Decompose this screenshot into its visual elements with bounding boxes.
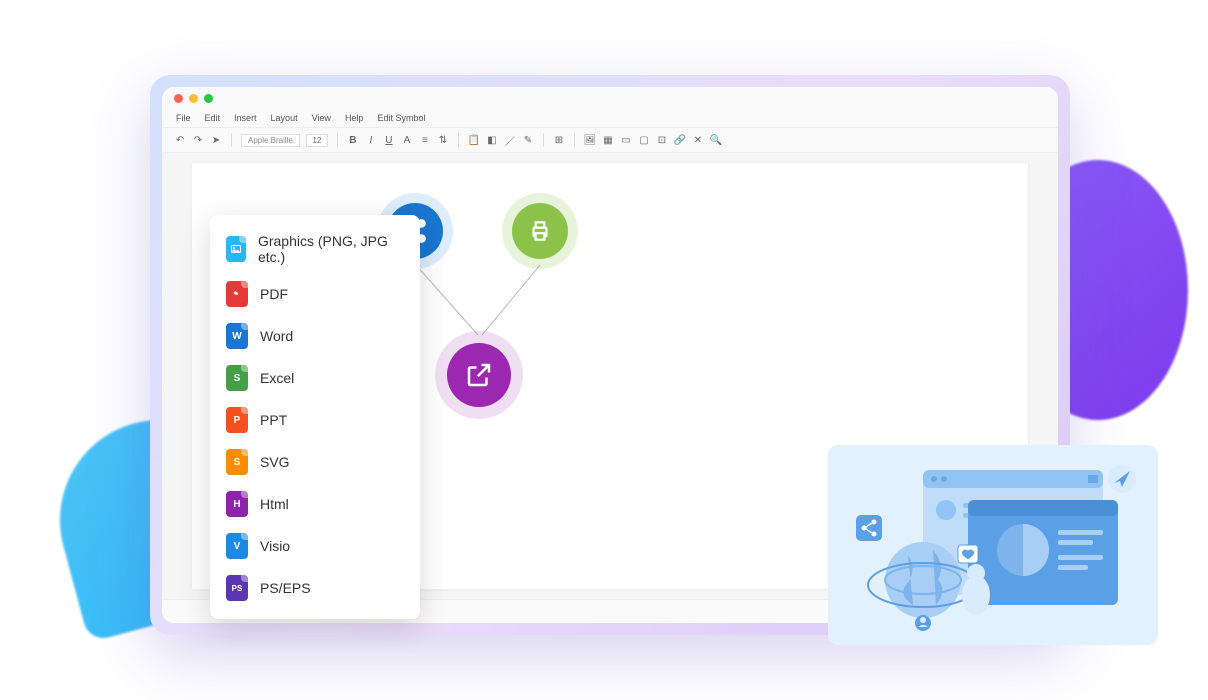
font-color-icon[interactable]: A [401, 134, 413, 146]
settings-icon[interactable]: ✕ [692, 134, 704, 146]
print-icon [512, 203, 568, 259]
menu-help[interactable]: Help [345, 113, 364, 123]
toolbar-separator [231, 133, 232, 147]
export-item-ppt[interactable]: P PPT [210, 399, 420, 441]
export-label-graphics: Graphics (PNG, JPG etc.) [258, 233, 404, 265]
export-label-visio: Visio [260, 538, 290, 554]
toolbar-separator [543, 133, 544, 147]
visio-file-icon: V [226, 533, 248, 559]
export-item-pdf[interactable]: PDF [210, 273, 420, 315]
edit-icon[interactable]: ✎ [522, 134, 534, 146]
italic-icon[interactable]: I [365, 134, 377, 146]
export-item-html[interactable]: H Html [210, 483, 420, 525]
minimize-window-button[interactable] [189, 94, 198, 103]
bold-icon[interactable]: B [347, 134, 359, 146]
align-icon[interactable]: ≡ [419, 134, 431, 146]
menubar: File Edit Insert Layout View Help Edit S… [162, 109, 1058, 128]
export-label-word: Word [260, 328, 293, 344]
export-item-graphics[interactable]: Graphics (PNG, JPG etc.) [210, 225, 420, 273]
menu-edit[interactable]: Edit [205, 113, 221, 123]
pdf-file-icon [226, 281, 248, 307]
search-icon[interactable]: 🔍 [710, 134, 722, 146]
export-label-excel: Excel [260, 370, 294, 386]
export-label-ppt: PPT [260, 412, 287, 428]
export-label-ps-eps: PS/EPS [260, 580, 311, 596]
menu-edit-symbol[interactable]: Edit Symbol [377, 113, 425, 123]
table-icon[interactable]: ▦ [602, 134, 614, 146]
export-item-ps-eps[interactable]: PS PS/EPS [210, 567, 420, 609]
menu-insert[interactable]: Insert [234, 113, 257, 123]
toolbar-separator [574, 133, 575, 147]
node-print[interactable] [502, 193, 578, 269]
shape-icon[interactable]: ▢ [638, 134, 650, 146]
export-item-word[interactable]: W Word [210, 315, 420, 357]
group-icon[interactable]: ⊞ [553, 134, 565, 146]
maximize-window-button[interactable] [204, 94, 213, 103]
line-icon[interactable]: ／ [504, 134, 516, 146]
export-label-svg: SVG [260, 454, 290, 470]
close-window-button[interactable] [174, 94, 183, 103]
graphics-file-icon [226, 236, 246, 262]
line-spacing-icon[interactable]: ⇅ [437, 134, 449, 146]
export-item-svg[interactable]: S SVG [210, 441, 420, 483]
export-menu: Graphics (PNG, JPG etc.) PDF W Word S Ex… [210, 215, 420, 619]
word-file-icon: W [226, 323, 248, 349]
underline-icon[interactable]: U [383, 134, 395, 146]
export-item-visio[interactable]: V Visio [210, 525, 420, 567]
export-item-excel[interactable]: S Excel [210, 357, 420, 399]
font-size-input[interactable]: 12 [306, 134, 328, 147]
ps-file-icon: PS [226, 575, 248, 601]
sharing-illustration [828, 445, 1158, 645]
chart-icon[interactable]: ▭ [620, 134, 632, 146]
connector-icon[interactable]: ⊡ [656, 134, 668, 146]
export-label-html: Html [260, 496, 289, 512]
menu-layout[interactable]: Layout [271, 113, 298, 123]
cursor-icon[interactable]: ➤ [210, 134, 222, 146]
window-titlebar [162, 87, 1058, 109]
export-label-pdf: PDF [260, 286, 288, 302]
node-export[interactable] [435, 331, 523, 419]
toolbar: ↶ ↷ ➤ Apple Braille 12 B I U A ≡ ⇅ 📋 ◧ ／… [162, 128, 1058, 153]
menu-view[interactable]: View [312, 113, 331, 123]
menu-file[interactable]: File [176, 113, 191, 123]
html-file-icon: H [226, 491, 248, 517]
undo-icon[interactable]: ↶ [174, 134, 186, 146]
redo-icon[interactable]: ↷ [192, 134, 204, 146]
clipboard-icon[interactable]: 📋 [468, 134, 480, 146]
toolbar-separator [458, 133, 459, 147]
ppt-file-icon: P [226, 407, 248, 433]
excel-file-icon: S [226, 365, 248, 391]
link-icon[interactable]: 🔗 [674, 134, 686, 146]
fill-icon[interactable]: ◧ [486, 134, 498, 146]
image-icon[interactable]: 🖼 [584, 134, 596, 146]
export-icon [447, 343, 511, 407]
toolbar-separator [337, 133, 338, 147]
svg-file-icon: S [226, 449, 248, 475]
font-family-select[interactable]: Apple Braille [241, 134, 300, 147]
